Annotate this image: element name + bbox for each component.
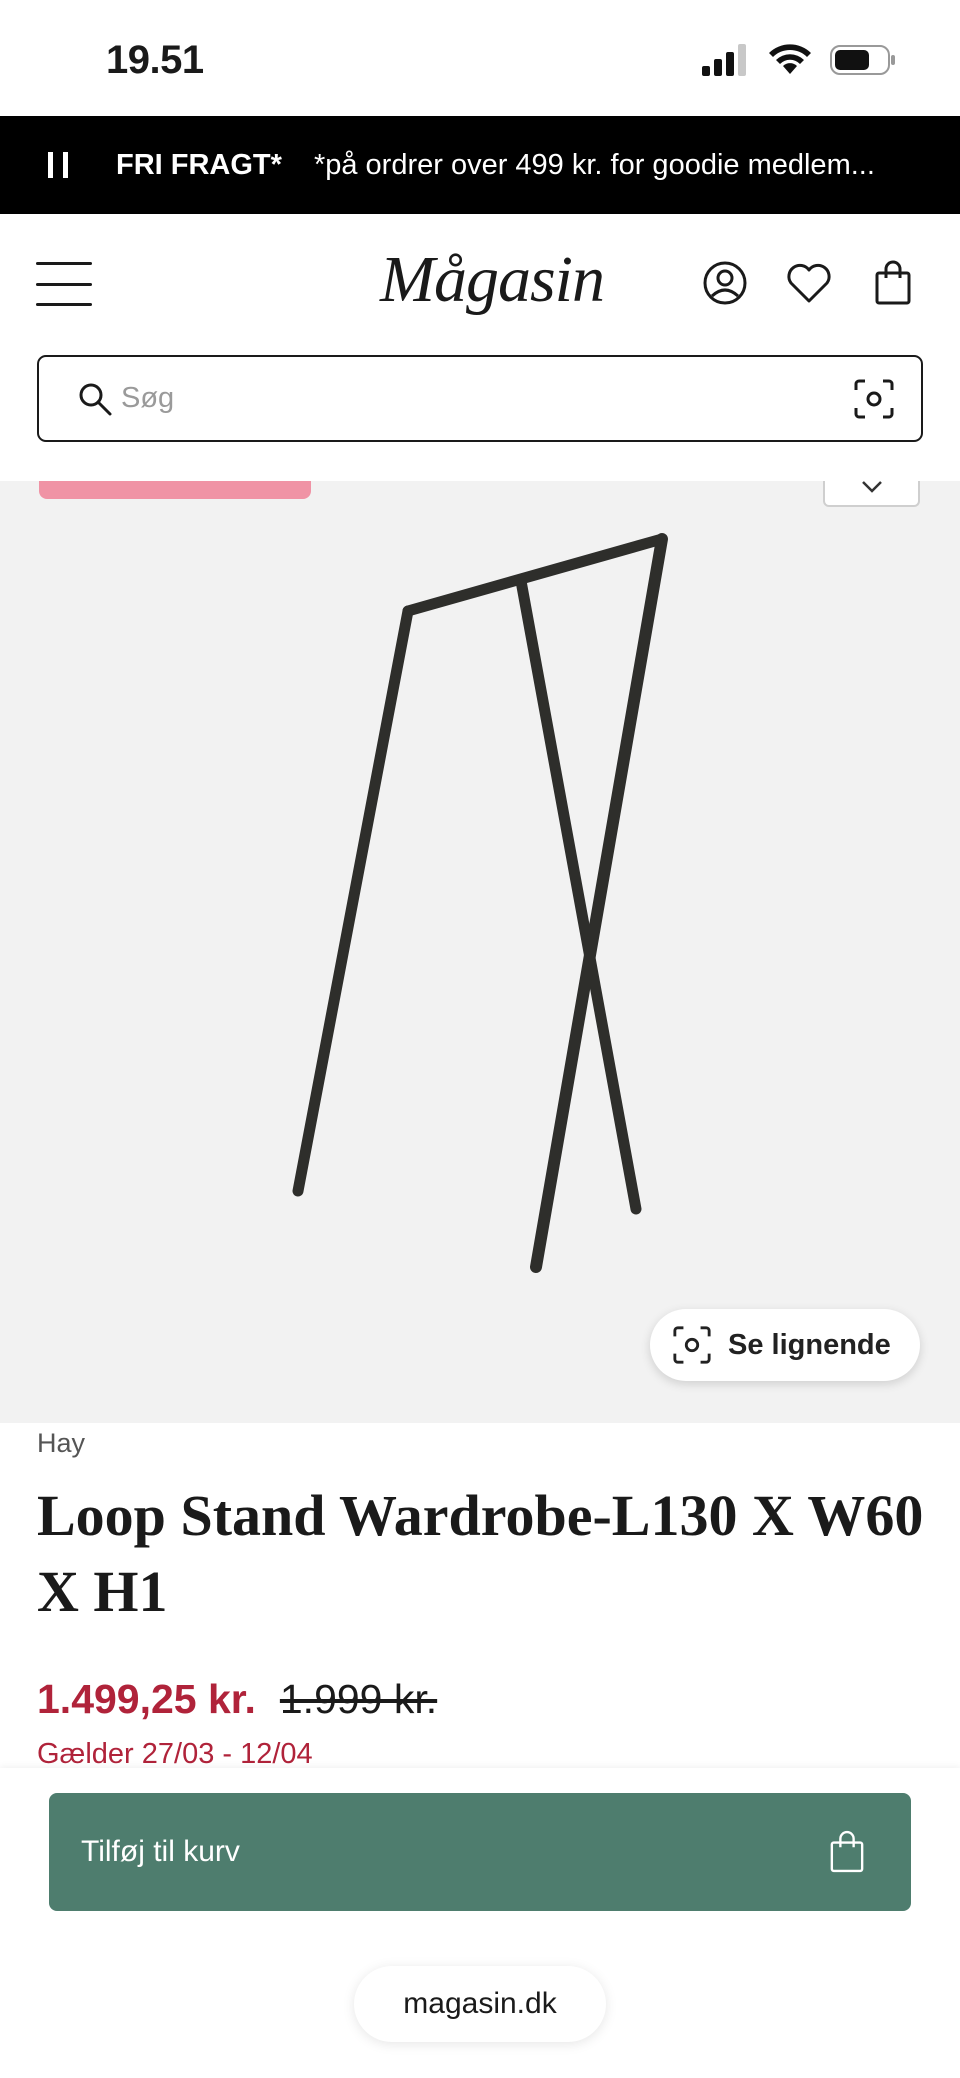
status-icons [702,44,896,76]
wishlist-heart-icon[interactable] [786,258,832,308]
signal-icon [702,44,746,76]
visual-search-icon[interactable] [853,378,895,420]
hamburger-menu-icon[interactable] [36,262,92,306]
price-row: 1.499,25 kr. 1.999 kr. [37,1676,437,1723]
product-brand[interactable]: Hay [37,1428,85,1459]
status-time: 19.51 [106,38,204,82]
original-price: 1.999 kr. [279,1676,438,1722]
pause-icon[interactable] [48,152,68,178]
see-similar-label: Se lignende [728,1328,891,1361]
site-header: Mågasin [0,214,960,354]
search-input[interactable] [121,382,853,415]
shopping-bag-icon [830,1830,864,1873]
see-similar-button[interactable]: Se lignende [650,1309,920,1381]
visual-search-icon [673,1326,711,1364]
account-icon[interactable] [702,258,748,308]
status-bar: 19.51 [0,0,960,116]
search-icon [79,383,112,415]
product-title: Loop Stand Wardrobe-L130 X W60 X H1 [37,1483,924,1624]
search-bar[interactable] [37,355,923,442]
battery-icon [830,45,895,75]
magasin-logo[interactable]: Mågasin [380,242,605,318]
browser-url-bar[interactable]: magasin.dk [354,1966,606,2042]
promo-banner: FRI FRAGT* *på ordrer over 499 kr. for g… [0,116,960,214]
promo-text: *på ordrer over 499 kr. for goodie medle… [313,148,875,181]
wifi-icon [769,44,811,74]
wardrobe-stand-illustration [292,533,668,1273]
sticky-cart-panel: Tilføj til kurv magasin.dk [0,1768,960,2078]
header-actions [702,258,916,308]
add-to-cart-button[interactable]: Tilføj til kurv [49,1793,911,1911]
current-price: 1.499,25 kr. [37,1676,256,1722]
price-valid-period: Gælder 27/03 - 12/04 [37,1738,313,1770]
product-image[interactable]: Se lignende [0,481,960,1423]
shopping-bag-icon[interactable] [870,258,916,308]
add-to-cart-label: Tilføj til kurv [81,1835,240,1868]
promo-title: FRI FRAGT* [116,148,282,181]
